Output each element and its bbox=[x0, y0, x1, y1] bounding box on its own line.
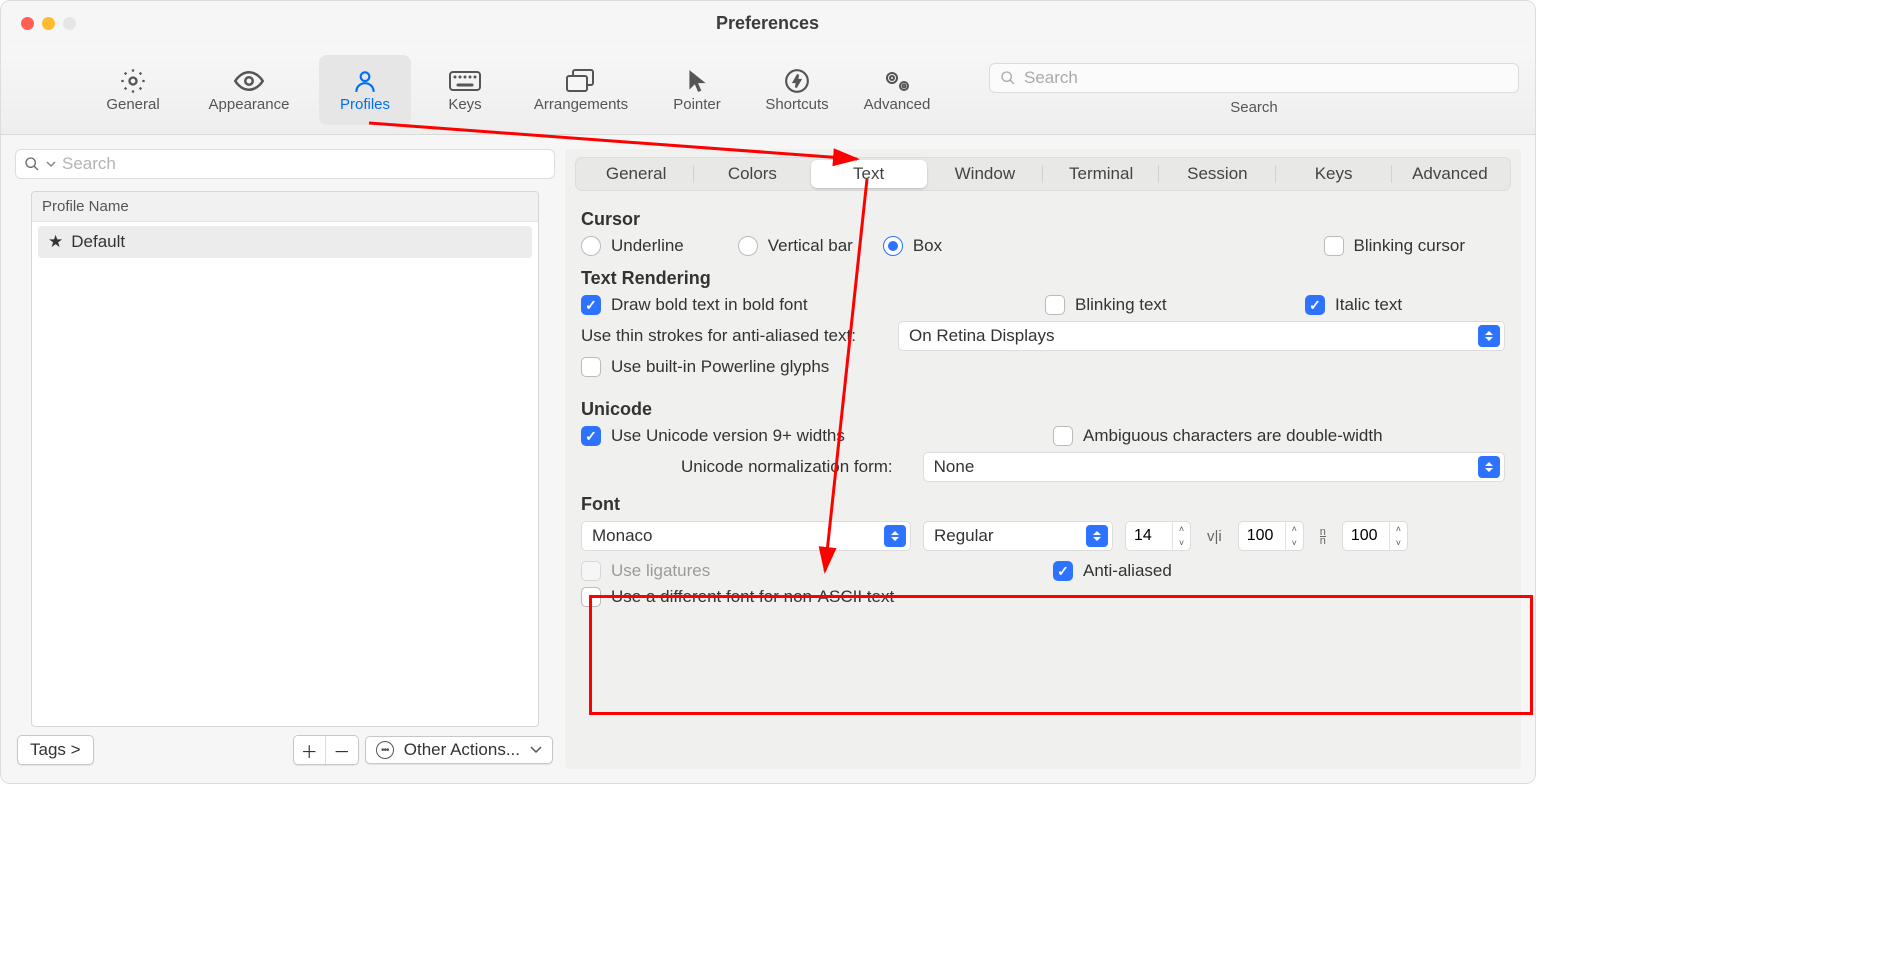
font-weight-select[interactable]: Regular bbox=[923, 521, 1113, 551]
sidebar: Search Profile Name ★ Default Tags > ＋ －… bbox=[15, 149, 555, 769]
gears-icon bbox=[882, 66, 912, 96]
select-arrows-icon bbox=[1086, 525, 1108, 547]
blinking-text-checkbox[interactable]: Blinking text bbox=[1045, 295, 1275, 315]
cursor-icon bbox=[685, 66, 709, 96]
ellipsis-circle-icon: ••• bbox=[376, 741, 394, 759]
profile-list: Profile Name ★ Default bbox=[31, 191, 539, 727]
letter-spacing-stepper[interactable]: ˄˅ bbox=[1238, 521, 1304, 551]
select-arrows-icon bbox=[1478, 325, 1500, 347]
tab-arrangements[interactable]: Arrangements bbox=[519, 55, 643, 125]
remove-profile-button[interactable]: － bbox=[326, 736, 358, 764]
add-remove-group: ＋ － bbox=[293, 735, 359, 765]
subtab-text[interactable]: Text bbox=[811, 160, 927, 188]
letter-spacing-icon: v|i bbox=[1207, 528, 1222, 545]
blinking-cursor-checkbox[interactable]: Blinking cursor bbox=[1324, 236, 1466, 256]
anti-aliased-checkbox[interactable]: Anti-aliased bbox=[1053, 561, 1505, 581]
tab-advanced[interactable]: Advanced bbox=[851, 55, 943, 125]
profile-subtabs: General Colors Text Window Terminal Sess… bbox=[575, 157, 1511, 191]
tab-profiles[interactable]: Profiles bbox=[319, 55, 411, 125]
subtab-general[interactable]: General bbox=[578, 160, 694, 188]
text-settings-content: Cursor Underline Vertical bar Box Blinki… bbox=[575, 191, 1511, 613]
cursor-section-title: Cursor bbox=[581, 209, 1505, 230]
toolbar-search: Search Search bbox=[989, 63, 1519, 116]
chevron-down-icon bbox=[530, 745, 542, 755]
search-icon bbox=[1000, 70, 1016, 86]
cursor-vertical-radio[interactable]: Vertical bar bbox=[738, 236, 853, 256]
unicode-norm-label: Unicode normalization form: bbox=[681, 457, 893, 477]
titlebar: Preferences bbox=[1, 1, 1535, 45]
subtab-window[interactable]: Window bbox=[927, 160, 1043, 188]
line-spacing-icon: nn bbox=[1320, 528, 1326, 545]
toolbar-tabs: General Appearance Profiles Keys Arrange… bbox=[87, 55, 943, 125]
stepper-arrows-icon[interactable]: ˄˅ bbox=[1172, 522, 1190, 550]
toolbar-search-field[interactable]: Search bbox=[989, 63, 1519, 93]
add-profile-button[interactable]: ＋ bbox=[294, 736, 326, 764]
italic-text-checkbox[interactable]: Italic text bbox=[1305, 295, 1505, 315]
subtab-advanced[interactable]: Advanced bbox=[1392, 160, 1508, 188]
select-arrows-icon bbox=[884, 525, 906, 547]
profile-settings-pane: General Colors Text Window Terminal Sess… bbox=[565, 149, 1521, 769]
search-icon bbox=[24, 156, 40, 172]
profile-list-header: Profile Name bbox=[32, 192, 538, 222]
font-family-select[interactable]: Monaco bbox=[581, 521, 911, 551]
unicode-section-title: Unicode bbox=[581, 399, 1505, 420]
bolt-icon bbox=[784, 66, 810, 96]
thin-strokes-select[interactable]: On Retina Displays bbox=[898, 321, 1505, 351]
toolbar-search-label: Search bbox=[1230, 99, 1278, 116]
keyboard-icon bbox=[449, 66, 481, 96]
tab-pointer[interactable]: Pointer bbox=[651, 55, 743, 125]
select-arrows-icon bbox=[1478, 456, 1500, 478]
subtab-colors[interactable]: Colors bbox=[694, 160, 810, 188]
powerline-glyphs-checkbox[interactable]: Use built-in Powerline glyphs bbox=[581, 357, 829, 377]
sidebar-search-field[interactable]: Search bbox=[15, 149, 555, 179]
font-section-title: Font bbox=[581, 494, 1505, 515]
tab-general[interactable]: General bbox=[87, 55, 179, 125]
cursor-underline-radio[interactable]: Underline bbox=[581, 236, 684, 256]
windows-icon bbox=[566, 66, 596, 96]
eye-icon bbox=[234, 66, 264, 96]
stepper-arrows-icon[interactable]: ˄˅ bbox=[1285, 522, 1303, 550]
sidebar-bottom-bar: Tags > ＋ － ••• Other Actions... bbox=[15, 735, 555, 769]
chevron-down-icon bbox=[46, 159, 56, 169]
other-actions-dropdown[interactable]: ••• Other Actions... bbox=[365, 736, 553, 764]
tab-keys[interactable]: Keys bbox=[419, 55, 511, 125]
ambiguous-double-width-checkbox[interactable]: Ambiguous characters are double-width bbox=[1053, 426, 1505, 446]
subtab-terminal[interactable]: Terminal bbox=[1043, 160, 1159, 188]
font-size-stepper[interactable]: ˄˅ bbox=[1125, 521, 1191, 551]
use-ligatures-checkbox[interactable]: Use ligatures bbox=[581, 561, 710, 581]
thin-strokes-label: Use thin strokes for anti-aliased text: bbox=[581, 326, 856, 346]
stepper-arrows-icon[interactable]: ˄˅ bbox=[1389, 522, 1407, 550]
tags-button[interactable]: Tags > bbox=[17, 735, 94, 765]
profile-row-default[interactable]: ★ Default bbox=[38, 226, 532, 258]
main-toolbar: General Appearance Profiles Keys Arrange… bbox=[1, 45, 1535, 135]
non-ascii-font-checkbox[interactable]: Use a different font for non-ASCII text bbox=[581, 587, 894, 607]
star-icon: ★ bbox=[48, 232, 63, 252]
gear-icon bbox=[119, 66, 147, 96]
text-rendering-section-title: Text Rendering bbox=[581, 268, 1505, 289]
cursor-box-radio[interactable]: Box bbox=[883, 236, 942, 256]
preferences-window: Preferences General Appearance Profiles … bbox=[0, 0, 1536, 784]
unicode-norm-select[interactable]: None bbox=[923, 452, 1505, 482]
tab-appearance[interactable]: Appearance bbox=[187, 55, 311, 125]
tab-shortcuts[interactable]: Shortcuts bbox=[751, 55, 843, 125]
window-title: Preferences bbox=[16, 13, 1519, 34]
subtab-keys[interactable]: Keys bbox=[1276, 160, 1392, 188]
person-icon bbox=[352, 66, 378, 96]
line-spacing-stepper[interactable]: ˄˅ bbox=[1342, 521, 1408, 551]
subtab-session[interactable]: Session bbox=[1159, 160, 1275, 188]
draw-bold-checkbox[interactable]: Draw bold text in bold font bbox=[581, 295, 808, 315]
unicode-v9-checkbox[interactable]: Use Unicode version 9+ widths bbox=[581, 426, 845, 446]
